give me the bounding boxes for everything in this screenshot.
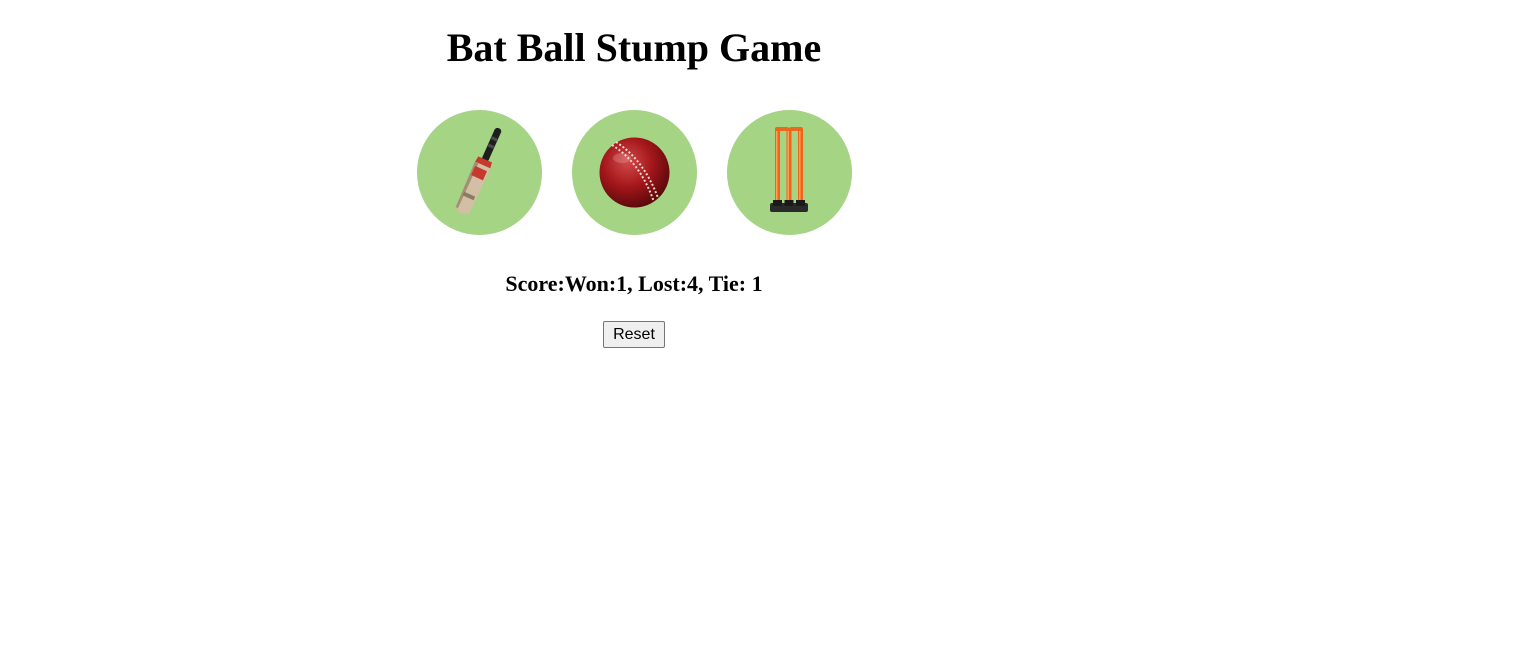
cricket-bat-icon [417,110,542,235]
ball-button[interactable] [572,110,697,235]
cricket-stumps-icon [727,110,852,235]
game-container: Bat Ball Stump Game Score:Won:1, Lost:4,… [404,0,864,348]
score-text: Score:Won:1, Lost:4, Tie: 1 [505,271,763,296]
choice-buttons [417,110,852,235]
reset-button[interactable]: Reset [603,321,665,348]
cricket-ball-icon [572,110,697,235]
bat-button[interactable] [417,110,542,235]
stump-button[interactable] [727,110,852,235]
page-title: Bat Ball Stump Game [446,25,822,70]
